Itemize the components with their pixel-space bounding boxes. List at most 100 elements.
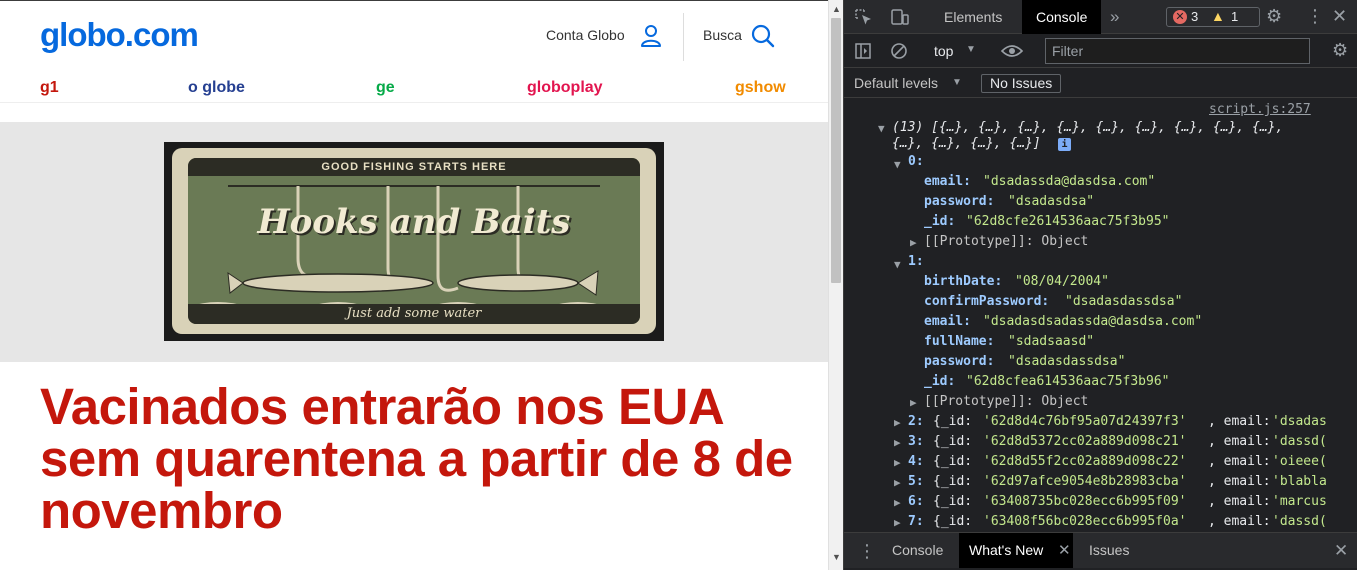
nav-ge[interactable]: ge bbox=[376, 79, 395, 97]
close-devtools-icon[interactable]: ✕ bbox=[1332, 6, 1347, 27]
nav-oglobo[interactable]: o globe bbox=[188, 79, 245, 97]
item-id-key: {_id: bbox=[933, 514, 973, 529]
list-item[interactable]: ▶ 7: {_id: '63408f56bc028ecc6b995f0a' , … bbox=[844, 512, 1357, 532]
device-toolbar-icon[interactable] bbox=[890, 8, 910, 26]
drawer-menu-icon[interactable]: ⋮ bbox=[858, 541, 876, 562]
prop-value: "08/04/2004" bbox=[1015, 274, 1109, 289]
more-tabs-icon[interactable]: » bbox=[1110, 7, 1119, 27]
expand-array-icon[interactable]: ▼ bbox=[878, 119, 885, 139]
context-dropdown-icon[interactable]: ▼ bbox=[966, 44, 976, 55]
search-link[interactable]: Busca bbox=[703, 27, 742, 43]
prop-key: password: bbox=[924, 194, 995, 209]
prototype-row[interactable]: [[Prototype]]: Object bbox=[924, 232, 1088, 252]
console-settings-icon[interactable]: ⚙ bbox=[1332, 40, 1348, 61]
info-icon[interactable]: i bbox=[1058, 138, 1071, 151]
prop-key: _id: bbox=[924, 374, 956, 389]
item-index: 6: bbox=[908, 494, 924, 509]
item-index: 4: bbox=[908, 454, 924, 469]
prop-value: "dsadasdassdsa" bbox=[1008, 354, 1126, 369]
list-item[interactable]: ▶ 5: {_id: '62d97afce9054e8b28983cba' , … bbox=[844, 472, 1357, 492]
list-item[interactable]: ▶ 3: {_id: '62d8d5372cc02a889d098c21' , … bbox=[844, 432, 1357, 452]
item-email: 'blabla bbox=[1272, 474, 1327, 489]
prop-key: confirmPassword: bbox=[924, 294, 1050, 309]
list-item[interactable]: ▶ 4: {_id: '62d8d55f2cc02a889d098c22' , … bbox=[844, 452, 1357, 472]
item-email-key: , email: bbox=[1208, 434, 1271, 449]
nav-g1[interactable]: g1 bbox=[40, 79, 59, 97]
expand-prototype-icon[interactable]: ▶ bbox=[910, 233, 917, 253]
source-link[interactable]: script.js:257 bbox=[1209, 100, 1311, 120]
ad-banner[interactable]: GOOD FISHING STARTS HERE Hooks and Baits… bbox=[164, 142, 664, 341]
item-email-key: , email: bbox=[1208, 474, 1271, 489]
item-index: 5: bbox=[908, 474, 924, 489]
prop-value: "dsadasdsa" bbox=[1008, 194, 1095, 209]
item-1-index[interactable]: 1: bbox=[908, 252, 924, 272]
globo-logo[interactable]: globo.com bbox=[40, 16, 199, 54]
tab-console[interactable]: Console bbox=[1022, 0, 1102, 34]
clear-console-icon[interactable] bbox=[890, 42, 908, 60]
sidebar-toggle-icon[interactable] bbox=[854, 42, 872, 60]
expand-item-icon[interactable]: ▶ bbox=[894, 473, 901, 493]
warning-count: 1 bbox=[1231, 9, 1239, 24]
item-id: '62d8d4c76bf95a07d24397f3' bbox=[983, 414, 1187, 429]
drawer-tab-whats-new[interactable]: What's New bbox=[959, 533, 1074, 568]
expand-item-0-icon[interactable]: ▼ bbox=[894, 155, 901, 175]
error-count: 3 bbox=[1191, 9, 1199, 24]
scroll-up-icon[interactable]: ▲ bbox=[832, 4, 841, 14]
prop-key: email: bbox=[924, 174, 971, 189]
item-id: '62d8d5372cc02a889d098c21' bbox=[983, 434, 1187, 449]
item-email-key: , email: bbox=[1208, 494, 1271, 509]
item-id-key: {_id: bbox=[933, 494, 973, 509]
item-id-key: {_id: bbox=[933, 414, 973, 429]
search-icon[interactable] bbox=[750, 23, 776, 49]
prop-key: birthDate: bbox=[924, 274, 1003, 289]
scroll-thumb[interactable] bbox=[831, 18, 841, 283]
context-select[interactable]: top bbox=[934, 43, 953, 59]
expand-item-icon[interactable]: ▶ bbox=[894, 413, 901, 433]
page-scrollbar[interactable]: ▲ ▼ bbox=[828, 0, 843, 570]
drawer-tab-console[interactable]: Console bbox=[882, 533, 953, 568]
scroll-down-icon[interactable]: ▼ bbox=[832, 552, 841, 562]
expand-item-icon[interactable]: ▶ bbox=[894, 513, 901, 532]
no-issues-button[interactable]: No Issues bbox=[981, 74, 1062, 93]
list-item[interactable]: ▶ 6: {_id: '63408735bc028ecc6b995f09' , … bbox=[844, 492, 1357, 512]
tab-elements[interactable]: Elements bbox=[930, 0, 1016, 34]
expand-item-1-icon[interactable]: ▼ bbox=[894, 255, 901, 275]
item-id: '62d97afce9054e8b28983cba' bbox=[983, 474, 1187, 489]
close-tab-icon[interactable]: ✕ bbox=[1058, 541, 1071, 559]
expand-item-icon[interactable]: ▶ bbox=[894, 433, 901, 453]
list-item[interactable]: ▶ 2: {_id: '62d8d4c76bf95a07d24397f3' , … bbox=[844, 412, 1357, 432]
top-nav: g1 o globe ge globoplay gshow bbox=[0, 73, 828, 103]
drawer-tab-issues[interactable]: Issues bbox=[1079, 533, 1139, 568]
array-summary-cont[interactable]: {…}, {…}, {…}, {…}] bbox=[892, 134, 1041, 154]
prop-value: "62d8cfe2614536aac75f3b95" bbox=[966, 214, 1170, 229]
item-id-key: {_id: bbox=[933, 454, 973, 469]
prop-key: _id: bbox=[924, 214, 956, 229]
expand-prototype-icon[interactable]: ▶ bbox=[910, 393, 917, 413]
inspect-element-icon[interactable] bbox=[854, 8, 874, 26]
filter-input[interactable] bbox=[1045, 38, 1310, 64]
item-0-index[interactable]: 0: bbox=[908, 152, 924, 172]
user-icon[interactable] bbox=[638, 23, 664, 49]
live-expression-eye-icon[interactable] bbox=[1000, 43, 1024, 59]
drawer-tabbar: ⋮ Console What's New ✕ Issues ✕ bbox=[844, 532, 1357, 568]
item-email: 'dassd( bbox=[1272, 514, 1327, 529]
prototype-row[interactable]: [[Prototype]]: Object bbox=[924, 392, 1088, 412]
close-drawer-icon[interactable]: ✕ bbox=[1334, 541, 1348, 561]
expand-item-icon[interactable]: ▶ bbox=[894, 493, 901, 513]
levels-dropdown-icon[interactable]: ▼ bbox=[952, 77, 962, 88]
headline[interactable]: Vacinados entrarão nos EUA sem quarenten… bbox=[40, 381, 800, 537]
prop-key: password: bbox=[924, 354, 995, 369]
ad-top-text: GOOD FISHING STARTS HERE bbox=[188, 158, 640, 176]
item-index: 2: bbox=[908, 414, 924, 429]
nav-gshow[interactable]: gshow bbox=[735, 79, 786, 97]
expand-item-icon[interactable]: ▶ bbox=[894, 453, 901, 473]
item-email: 'dsadas bbox=[1272, 414, 1327, 429]
console-levels-bar: Default levels ▼ bbox=[844, 68, 1357, 98]
more-options-icon[interactable]: ⋮ bbox=[1306, 6, 1324, 27]
account-link[interactable]: Conta Globo bbox=[546, 27, 625, 43]
issues-counter[interactable]: ✕ 3 ▲ 1 bbox=[1166, 7, 1260, 27]
settings-gear-icon[interactable]: ⚙ bbox=[1266, 6, 1282, 27]
devtools-panel: Elements Console » ✕ 3 ▲ 1 ⚙ ⋮ ✕ top ▼ ⚙ bbox=[843, 0, 1357, 570]
nav-globoplay[interactable]: globoplay bbox=[527, 79, 603, 97]
default-levels-select[interactable]: Default levels bbox=[854, 75, 938, 91]
